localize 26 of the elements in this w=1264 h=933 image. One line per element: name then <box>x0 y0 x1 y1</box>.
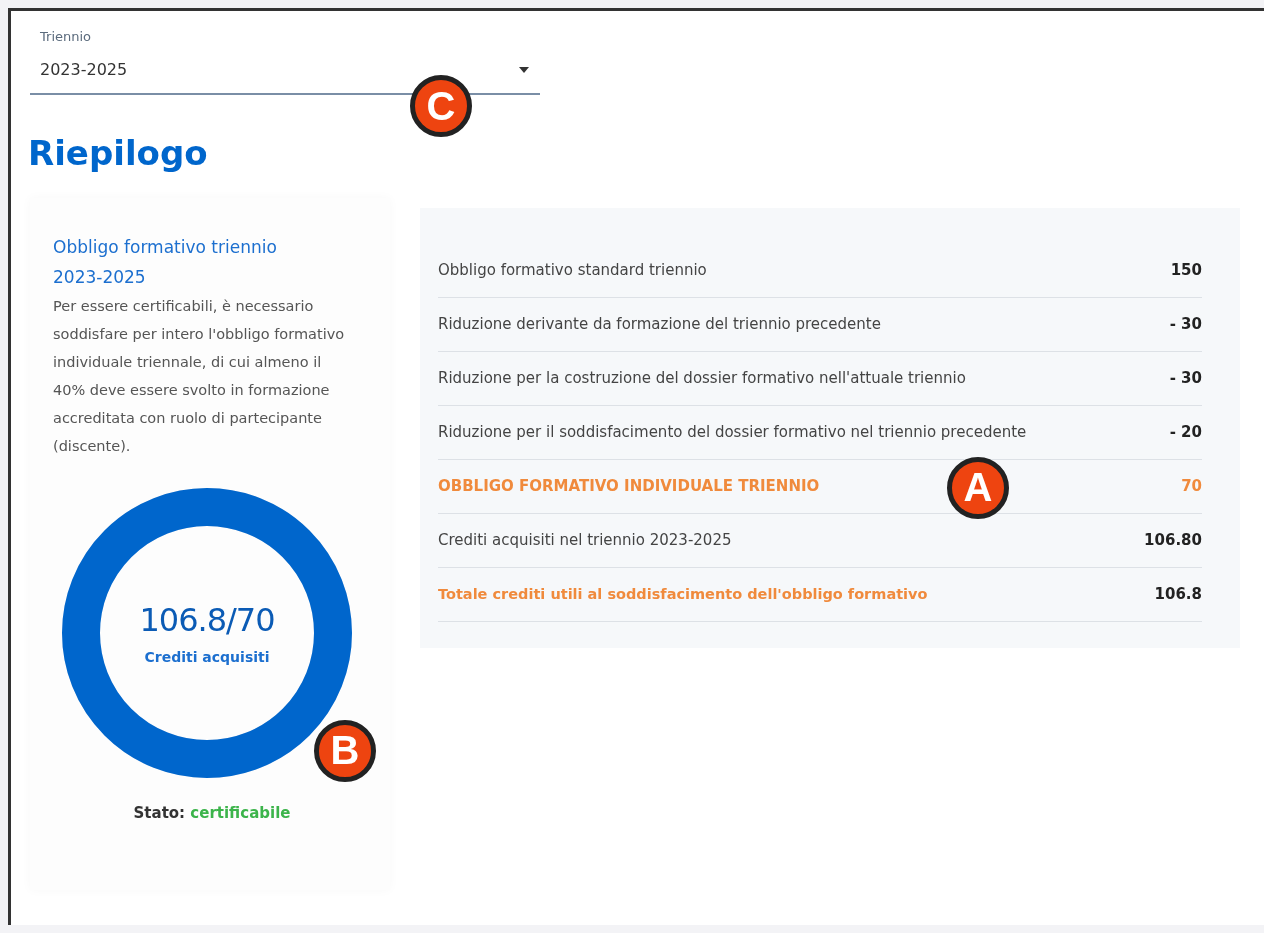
credits-value: 106.8/70 <box>139 600 275 639</box>
page-heading: Riepilogo <box>28 133 209 174</box>
row-value: 150 <box>1170 261 1202 280</box>
caret-icon <box>518 65 530 74</box>
callout-badge: A <box>947 456 1009 519</box>
card-title: Obbligo formativo triennio 2023-2025 <box>53 235 278 289</box>
field-label: Triennio <box>40 29 93 44</box>
row-label: Riduzione per il soddisfacimento del dossier formativo nel triennio precedente <box>438 423 1027 442</box>
callout-badge: B <box>314 719 376 782</box>
row-label: Riduzione derivante da formazione del triennio precedente <box>438 315 881 334</box>
status-value: certificabile <box>190 803 291 822</box>
row-label: Totale crediti utili al soddisfacimento dell'obbligo formativo <box>438 586 928 603</box>
row-value: 70 <box>1181 477 1202 496</box>
row-value: - 20 <box>1169 423 1202 442</box>
credits-caption: Crediti acquisiti <box>144 648 270 665</box>
callout-badge: C <box>410 75 472 137</box>
row-label: Riduzione per la costruzione del dossier formativo nell'attuale triennio <box>438 369 966 388</box>
status-label: Stato: <box>133 803 186 822</box>
row-value: - 30 <box>1169 369 1202 388</box>
row-label: OBBLIGO FORMATIVO INDIVIDUALE TRIENNIO <box>438 477 820 496</box>
row-label: Crediti acquisiti nel triennio 2023-2025 <box>438 531 732 550</box>
row-label: Obbligo formativo standard triennio <box>438 261 707 280</box>
row-value: - 30 <box>1169 315 1202 334</box>
description-text: Per essere certificabili, è necessario soddisfare per intero l'obbligo formativo individuale triennale, di cui almeno il 40% deve essere svolto in formazione accreditata con ruolo di partecipante (discente). <box>53 296 346 456</box>
row-value: 106.8 <box>1154 585 1202 604</box>
row-value: 106.80 <box>1144 531 1202 550</box>
